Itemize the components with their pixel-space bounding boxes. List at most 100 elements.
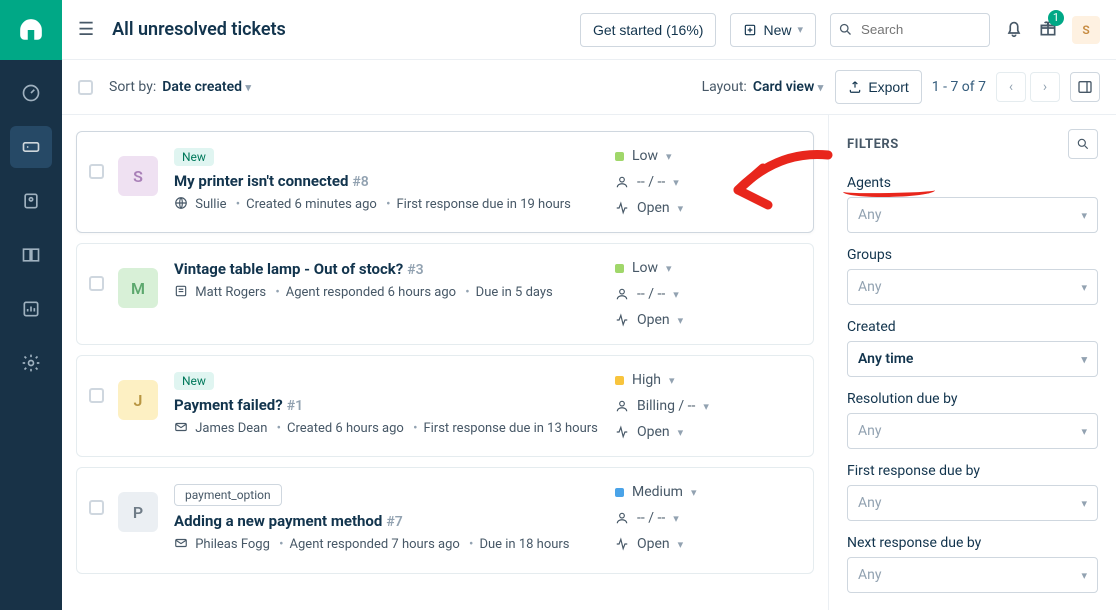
new-button-label: New [763, 22, 791, 38]
chevron-down-icon: ▾ [666, 150, 672, 163]
ticket-card[interactable]: P payment_option Adding a new payment me… [76, 467, 814, 573]
priority-dropdown[interactable]: Low▾ [615, 148, 795, 164]
priority-dot-icon [615, 488, 624, 497]
filter-select[interactable]: Any time▾ [847, 341, 1098, 377]
priority-dropdown[interactable]: Medium▾ [615, 484, 795, 500]
ticket-title[interactable]: Vintage table lamp - Out of stock? [174, 260, 403, 278]
header-bar: ☰ All unresolved tickets Get started (16… [62, 0, 1116, 60]
requester-name: Matt Rogers [195, 285, 266, 300]
ticket-card[interactable]: S New My printer isn't connected#8 Sulli… [76, 131, 814, 233]
chevron-down-icon: ▾ [669, 374, 675, 387]
filter-select[interactable]: Any▾ [847, 485, 1098, 521]
filter-select[interactable]: Any▾ [847, 197, 1098, 233]
group-agent-dropdown[interactable]: -- / --▾ [615, 174, 795, 190]
activity-icon [615, 537, 629, 551]
filter-label: Resolution due by [847, 391, 1098, 407]
requester-name: James Dean [195, 421, 267, 436]
status-dropdown[interactable]: Open▾ [615, 312, 795, 328]
notifications-icon[interactable] [1004, 18, 1024, 42]
chevron-down-icon: ▾ [1081, 569, 1087, 582]
chevron-down-icon: ▾ [797, 23, 803, 36]
sidebar-rail [0, 0, 62, 610]
ticket-card[interactable]: J New Payment failed?#1 James Dean Creat… [76, 355, 814, 457]
search-wrapper [830, 13, 990, 47]
ticket-meta: Phileas Fogg Agent responded 7 hours ago… [174, 536, 615, 556]
filter-field: Groups Any▾ [847, 247, 1098, 305]
meta-due: First response due in 19 hours [380, 197, 571, 212]
status-dropdown[interactable]: Open▾ [615, 536, 795, 552]
meta-created: Created 6 hours ago [271, 421, 404, 436]
filter-select[interactable]: Any▾ [847, 413, 1098, 449]
ticket-tag: payment_option [174, 484, 282, 506]
nav-tickets[interactable] [10, 126, 52, 168]
search-input[interactable] [830, 13, 990, 47]
chevron-down-icon: ▾ [1081, 209, 1087, 222]
ticket-checkbox[interactable] [89, 276, 104, 291]
select-all-checkbox[interactable] [78, 80, 93, 95]
source-icon [174, 196, 188, 216]
prev-page-button[interactable]: ‹ [996, 72, 1026, 102]
nav-analytics[interactable] [10, 288, 52, 330]
person-icon [615, 399, 629, 413]
chevron-down-icon: ▾ [678, 314, 684, 327]
ticket-title[interactable]: Payment failed? [174, 396, 283, 414]
gear-icon [21, 353, 41, 373]
ticket-id: #8 [352, 174, 368, 190]
next-page-button[interactable]: › [1030, 72, 1060, 102]
get-started-button[interactable]: Get started (16%) [580, 13, 717, 47]
chevron-down-icon: ▾ [703, 400, 709, 413]
status-dropdown[interactable]: Open▾ [615, 200, 795, 216]
ticket-checkbox[interactable] [89, 500, 104, 515]
ticket-checkbox[interactable] [89, 388, 104, 403]
ticket-checkbox[interactable] [89, 164, 104, 179]
meta-due: Due in 5 days [459, 285, 552, 300]
nav-dashboard[interactable] [10, 72, 52, 114]
requester-avatar: P [118, 492, 158, 532]
export-button[interactable]: Export [835, 70, 921, 104]
toggle-right-panel-button[interactable] [1070, 72, 1100, 102]
meta-created: Agent responded 7 hours ago [273, 537, 460, 552]
chevron-down-icon: ▾ [673, 288, 679, 301]
filter-select[interactable]: Any▾ [847, 557, 1098, 593]
export-label: Export [868, 79, 908, 95]
group-agent-dropdown[interactable]: -- / --▾ [615, 286, 795, 302]
ticket-tag: New [174, 148, 214, 166]
layout-label: Layout: [702, 79, 747, 95]
plus-box-icon [743, 23, 757, 37]
nav-admin[interactable] [10, 342, 52, 384]
nav-knowledge[interactable] [10, 234, 52, 276]
ticket-id: #3 [407, 262, 423, 278]
ticket-meta: Matt Rogers Agent responded 6 hours ago … [174, 284, 615, 304]
person-icon [615, 175, 629, 189]
priority-dropdown[interactable]: High▾ [615, 372, 795, 388]
chevron-down-icon: ▾ [1081, 425, 1087, 438]
activity-icon [615, 201, 629, 215]
user-avatar[interactable]: S [1072, 16, 1100, 44]
status-dropdown[interactable]: Open▾ [615, 424, 795, 440]
chevron-down-icon: ▾ [691, 486, 697, 499]
chevron-down-icon: ▾ [1081, 353, 1087, 366]
list-toolbar: Sort by: Date created ▾ Layout: Card vie… [62, 60, 1116, 115]
export-icon [848, 80, 862, 94]
person-icon [615, 511, 629, 525]
ticket-icon [21, 137, 41, 157]
filters-search-button[interactable] [1068, 129, 1098, 159]
sort-by-value[interactable]: Date created ▾ [162, 79, 251, 95]
nav-contacts[interactable] [10, 180, 52, 222]
layout-value[interactable]: Card view ▾ [753, 79, 823, 95]
ticket-title[interactable]: My printer isn't connected [174, 172, 348, 190]
ticket-card[interactable]: M Vintage table lamp - Out of stock?#3 M… [76, 243, 814, 345]
filter-select[interactable]: Any▾ [847, 269, 1098, 305]
priority-dropdown[interactable]: Low▾ [615, 260, 795, 276]
page-title: All unresolved tickets [112, 19, 580, 40]
group-agent-dropdown[interactable]: Billing / --▾ [615, 398, 795, 414]
new-button[interactable]: New ▾ [730, 13, 816, 47]
whats-new-icon[interactable]: 1 [1038, 18, 1058, 42]
requester-avatar: S [118, 156, 158, 196]
priority-dot-icon [615, 152, 624, 161]
app-logo[interactable] [0, 0, 62, 60]
hamburger-icon[interactable]: ☰ [78, 19, 94, 40]
group-agent-dropdown[interactable]: -- / --▾ [615, 510, 795, 526]
filters-title: FILTERS [847, 137, 899, 152]
ticket-title[interactable]: Adding a new payment method [174, 512, 382, 530]
